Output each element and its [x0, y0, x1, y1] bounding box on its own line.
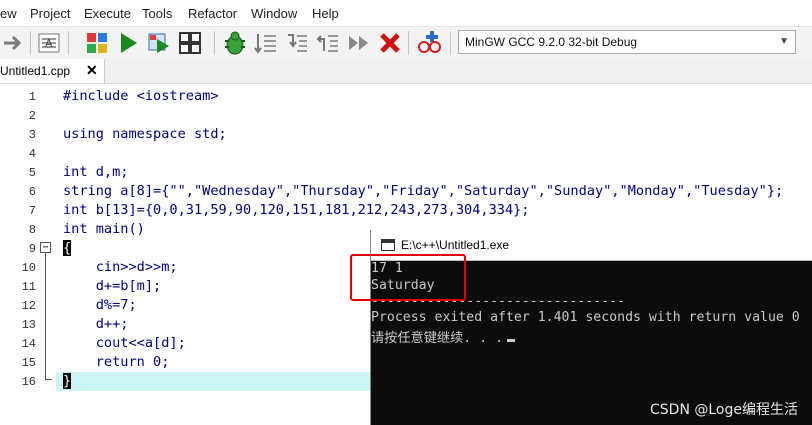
console-cursor: [507, 339, 516, 342]
line-number: 5: [28, 166, 36, 180]
line-number: 13: [21, 318, 36, 332]
code-text: #include <iostream>: [63, 88, 219, 104]
line-number: 11: [21, 280, 36, 294]
line-number: 12: [21, 299, 36, 313]
menu-help[interactable]: Help: [312, 6, 339, 21]
close-icon[interactable]: ✕: [86, 62, 98, 79]
menu-execute[interactable]: Execute: [84, 6, 131, 21]
debug-icon[interactable]: [222, 30, 248, 56]
code-text: }: [63, 373, 72, 389]
code-line: 5 int d,m;: [0, 163, 812, 182]
menu-view[interactable]: ew: [0, 6, 17, 21]
run-icon[interactable]: [115, 30, 141, 56]
chevron-down-icon: ▼: [779, 36, 789, 47]
console-line: 请按任意键继续. . .: [371, 327, 516, 346]
line-number: 6: [28, 185, 36, 199]
stop-icon[interactable]: [377, 30, 403, 56]
profile-icon[interactable]: [416, 30, 442, 56]
step-into-icon[interactable]: [284, 30, 310, 56]
menu-bar: ew Project Execute Tools Refactor Window…: [0, 0, 812, 26]
fold-guide-end: [45, 379, 52, 380]
red-highlight-box: [350, 254, 466, 301]
code-text: {: [63, 240, 72, 256]
line-number: 1: [28, 90, 36, 104]
compiler-select[interactable]: MinGW GCC 9.2.0 32-bit Debug ▼: [458, 30, 796, 54]
code-line: 6 string a[8]={"","Wednesday","Thursday"…: [0, 182, 812, 201]
code-text: string a[8]={"","Wednesday","Thursday","…: [63, 183, 784, 199]
tab-bar: Untitled1.cpp ✕: [0, 59, 812, 84]
line-number: 3: [28, 128, 36, 142]
menu-window[interactable]: Window: [251, 6, 297, 21]
toolbar-separator: [30, 31, 31, 55]
code-line: 4: [0, 144, 812, 163]
tab-label: Untitled1.cpp: [0, 64, 71, 78]
code-text: d++;: [63, 316, 129, 332]
toolbar-separator: [214, 31, 215, 55]
comment-icon[interactable]: A: [36, 30, 62, 56]
line-number: 8: [28, 223, 36, 237]
fold-toggle[interactable]: −: [40, 242, 51, 253]
compile-icon[interactable]: [84, 30, 110, 56]
code-line: 2: [0, 106, 812, 125]
svg-text:A: A: [45, 37, 53, 50]
toolbar-separator: [68, 31, 69, 55]
code-text: int b[13]={0,0,31,59,90,120,151,181,212,…: [63, 202, 530, 218]
step-icon[interactable]: [253, 30, 279, 56]
fold-guide: [45, 253, 46, 380]
line-number: 10: [21, 261, 36, 275]
current-line-highlight: [56, 372, 376, 391]
line-number: 15: [21, 356, 36, 370]
continue-icon[interactable]: [346, 30, 372, 56]
rebuild-icon[interactable]: [177, 30, 203, 56]
toolbar: A MinGW GCC 9.2.0 32-bit Debug ▼: [0, 26, 812, 60]
code-text: cout<<a[d];: [63, 335, 186, 351]
code-text: int d,m;: [63, 164, 129, 180]
code-text: d+=b[m];: [63, 278, 162, 294]
menu-tools[interactable]: Tools: [142, 6, 172, 21]
toolbar-separator: [450, 31, 451, 55]
console-line: Process exited after 1.401 seconds with …: [371, 310, 800, 325]
compiler-select-value: MinGW GCC 9.2.0 32-bit Debug: [465, 35, 638, 49]
line-number: 7: [28, 204, 36, 218]
arrow-right-icon[interactable]: [0, 30, 26, 56]
line-number: 14: [21, 337, 36, 351]
console-icon: [381, 239, 395, 251]
toolbar-separator: [408, 31, 409, 55]
line-number: 9: [28, 242, 36, 256]
menu-refactor[interactable]: Refactor: [188, 6, 237, 21]
compile-run-icon[interactable]: [146, 30, 172, 56]
tab-untitled1[interactable]: Untitled1.cpp ✕: [0, 59, 105, 83]
code-line: 7 int b[13]={0,0,31,59,90,120,151,181,21…: [0, 201, 812, 220]
code-line: 3 using namespace std;: [0, 125, 812, 144]
code-text: int main(): [63, 221, 145, 237]
code-text: cin>>d>>m;: [63, 259, 178, 275]
code-text: using namespace std;: [63, 126, 227, 142]
console-prompt: 请按任意键继续. . .: [371, 331, 504, 346]
code-text: d%=7;: [63, 297, 137, 313]
line-number: 4: [28, 147, 36, 161]
code-line: 1 #include <iostream>: [0, 87, 812, 106]
code-text: return 0;: [63, 354, 170, 370]
menu-project[interactable]: Project: [30, 6, 70, 21]
line-number: 16: [21, 375, 36, 389]
watermark: CSDN @Loge编程生活: [650, 402, 798, 418]
console-title: E:\c++\Untitled1.exe: [401, 238, 510, 252]
line-number: 2: [28, 109, 36, 123]
step-out-icon[interactable]: [315, 30, 341, 56]
